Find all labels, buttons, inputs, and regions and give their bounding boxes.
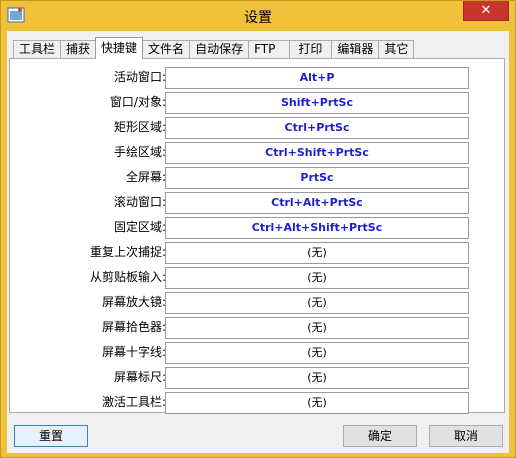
hotkey-field[interactable]: Ctrl+Alt+Shift+PrtSc [165, 217, 469, 239]
hotkey-field[interactable]: Ctrl+Alt+PrtSc [165, 192, 469, 214]
hotkey-row: 屏幕拾色器: (无) [10, 315, 504, 340]
hotkey-label: 矩形区域: [113, 120, 166, 134]
hotkey-field[interactable]: (无) [165, 367, 469, 389]
hotkey-label: 从剪贴板输入: [89, 270, 166, 284]
tab-toolbar[interactable]: 工具栏 [13, 40, 62, 59]
window-title: 设置 [244, 10, 272, 26]
hotkey-row: 活动窗口: Alt+P [10, 65, 504, 90]
tab-capture[interactable]: 捕获 [60, 40, 97, 59]
hotkey-label: 手绘区域: [113, 145, 166, 159]
hotkey-row: 手绘区域: Ctrl+Shift+PrtSc [10, 140, 504, 165]
hotkey-label: 屏幕十字线: [101, 345, 166, 359]
hotkey-row: 全屏幕: PrtSc [10, 165, 504, 190]
tab-ftp[interactable]: FTP [248, 40, 291, 59]
close-icon: ✕ [480, 3, 492, 18]
hotkey-field[interactable]: Shift+PrtSc [165, 92, 469, 114]
hotkey-field[interactable]: Ctrl+Shift+PrtSc [165, 142, 469, 164]
hotkey-field[interactable]: (无) [165, 392, 469, 414]
hotkey-field[interactable]: (无) [165, 292, 469, 314]
tab-hotkeys[interactable]: 快捷键 [95, 37, 144, 59]
hotkey-label: 窗口/对象: [109, 95, 166, 109]
tab-strip: 工具栏 捕获 快捷键 文件名 自动保存 FTP 打印 编辑器 其它 [13, 37, 415, 59]
hotkey-row: 屏幕放大镜: (无) [10, 290, 504, 315]
hotkey-row: 固定区域: Ctrl+Alt+Shift+PrtSc [10, 215, 504, 240]
reset-button[interactable]: 重置 [14, 425, 88, 447]
hotkey-label: 激活工具栏: [101, 395, 166, 409]
hotkey-field[interactable]: PrtSc [165, 167, 469, 189]
hotkey-label: 屏幕拾色器: [101, 320, 166, 334]
hotkey-label: 重复上次捕捉: [89, 245, 166, 259]
tab-filename[interactable]: 文件名 [142, 40, 191, 59]
hotkey-label: 全屏幕: [125, 170, 166, 184]
hotkey-row: 重复上次捕捉: (无) [10, 240, 504, 265]
hotkey-label: 活动窗口: [113, 70, 166, 84]
title-bar[interactable]: 设置 ✕ [1, 1, 515, 31]
hotkey-row: 屏幕十字线: (无) [10, 340, 504, 365]
settings-window: 设置 ✕ 工具栏 捕获 快捷键 文件名 自动保存 FTP 打印 编辑器 其它 活… [0, 0, 516, 458]
hotkey-row: 窗口/对象: Shift+PrtSc [10, 90, 504, 115]
cancel-button[interactable]: 取消 [429, 425, 503, 447]
hotkey-field[interactable]: (无) [165, 267, 469, 289]
hotkey-row: 从剪贴板输入: (无) [10, 265, 504, 290]
hotkey-row: 激活工具栏: (无) [10, 390, 504, 415]
hotkey-field[interactable]: (无) [165, 242, 469, 264]
hotkey-label: 屏幕标尺: [113, 370, 166, 384]
tab-other[interactable]: 其它 [378, 40, 415, 59]
hotkey-row: 滚动窗口: Ctrl+Alt+PrtSc [10, 190, 504, 215]
hotkey-row: 矩形区域: Ctrl+PrtSc [10, 115, 504, 140]
hotkey-label: 固定区域: [113, 220, 166, 234]
dialog-client: 工具栏 捕获 快捷键 文件名 自动保存 FTP 打印 编辑器 其它 活动窗口: … [7, 31, 509, 453]
close-button[interactable]: ✕ [463, 1, 509, 21]
hotkey-field[interactable]: (无) [165, 342, 469, 364]
hotkey-field[interactable]: Alt+P [165, 67, 469, 89]
hotkey-label: 滚动窗口: [113, 195, 166, 209]
hotkey-label: 屏幕放大镜: [101, 295, 166, 309]
tab-editor[interactable]: 编辑器 [331, 40, 380, 59]
hotkey-row: 屏幕标尺: (无) [10, 365, 504, 390]
ok-button[interactable]: 确定 [343, 425, 417, 447]
hotkey-field[interactable]: Ctrl+PrtSc [165, 117, 469, 139]
tab-print[interactable]: 打印 [289, 40, 333, 59]
hotkeys-panel: 活动窗口: Alt+P 窗口/对象: Shift+PrtSc 矩形区域: Ctr… [9, 58, 505, 415]
tab-autosave[interactable]: 自动保存 [189, 40, 250, 59]
hotkey-field[interactable]: (无) [165, 317, 469, 339]
